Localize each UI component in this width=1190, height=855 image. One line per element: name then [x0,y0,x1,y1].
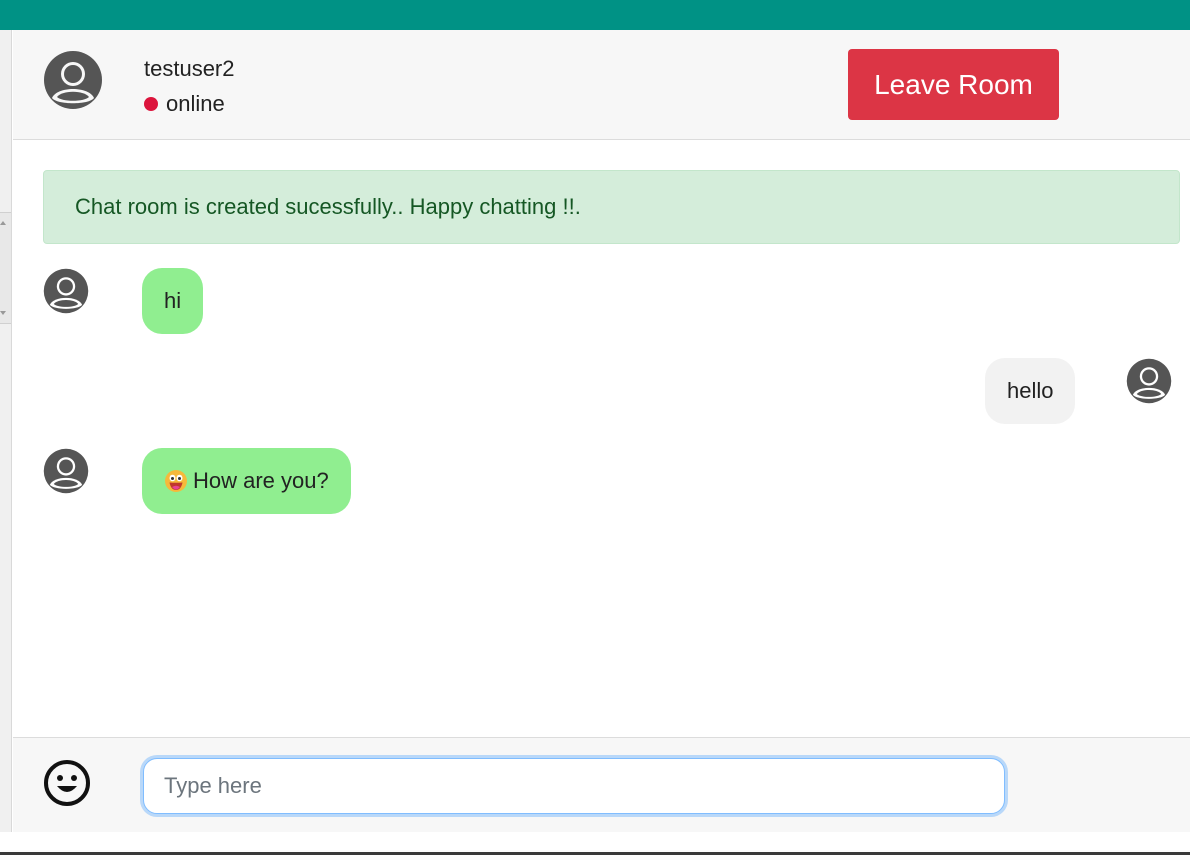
chat-username: testuser2 [144,56,235,81]
user-avatar-icon [1126,358,1172,404]
scroll-up-icon[interactable] [0,221,6,225]
message-bubble: hi [142,268,204,334]
user-avatar-icon [43,268,89,314]
success-alert: Chat room is created sucessfully.. Happy… [43,170,1180,244]
message-input[interactable] [143,758,1005,814]
user-avatar-icon [43,448,89,494]
user-status: online [144,91,225,117]
smiley-icon[interactable] [42,758,92,808]
chat-window: testuser2 online Leave Room Chat room is… [13,30,1190,832]
grinning-face-icon [164,469,188,493]
status-text: online [166,91,225,116]
scroll-handle[interactable] [0,212,11,324]
chat-header: testuser2 online Leave Room [13,30,1190,140]
message-text: hi [164,288,182,313]
message-text: hello [1007,378,1054,403]
status-dot-icon [144,97,158,111]
message-text: How are you? [193,468,329,493]
message-bubble: How are you? [142,448,351,514]
top-bar [0,0,1190,30]
scroll-down-icon[interactable] [0,311,6,315]
left-scroll-panel [0,30,12,832]
message-composer [13,737,1190,832]
user-avatar-icon [43,50,103,110]
leave-room-button[interactable]: Leave Room [848,49,1059,120]
message-bubble: hello [985,358,1076,424]
